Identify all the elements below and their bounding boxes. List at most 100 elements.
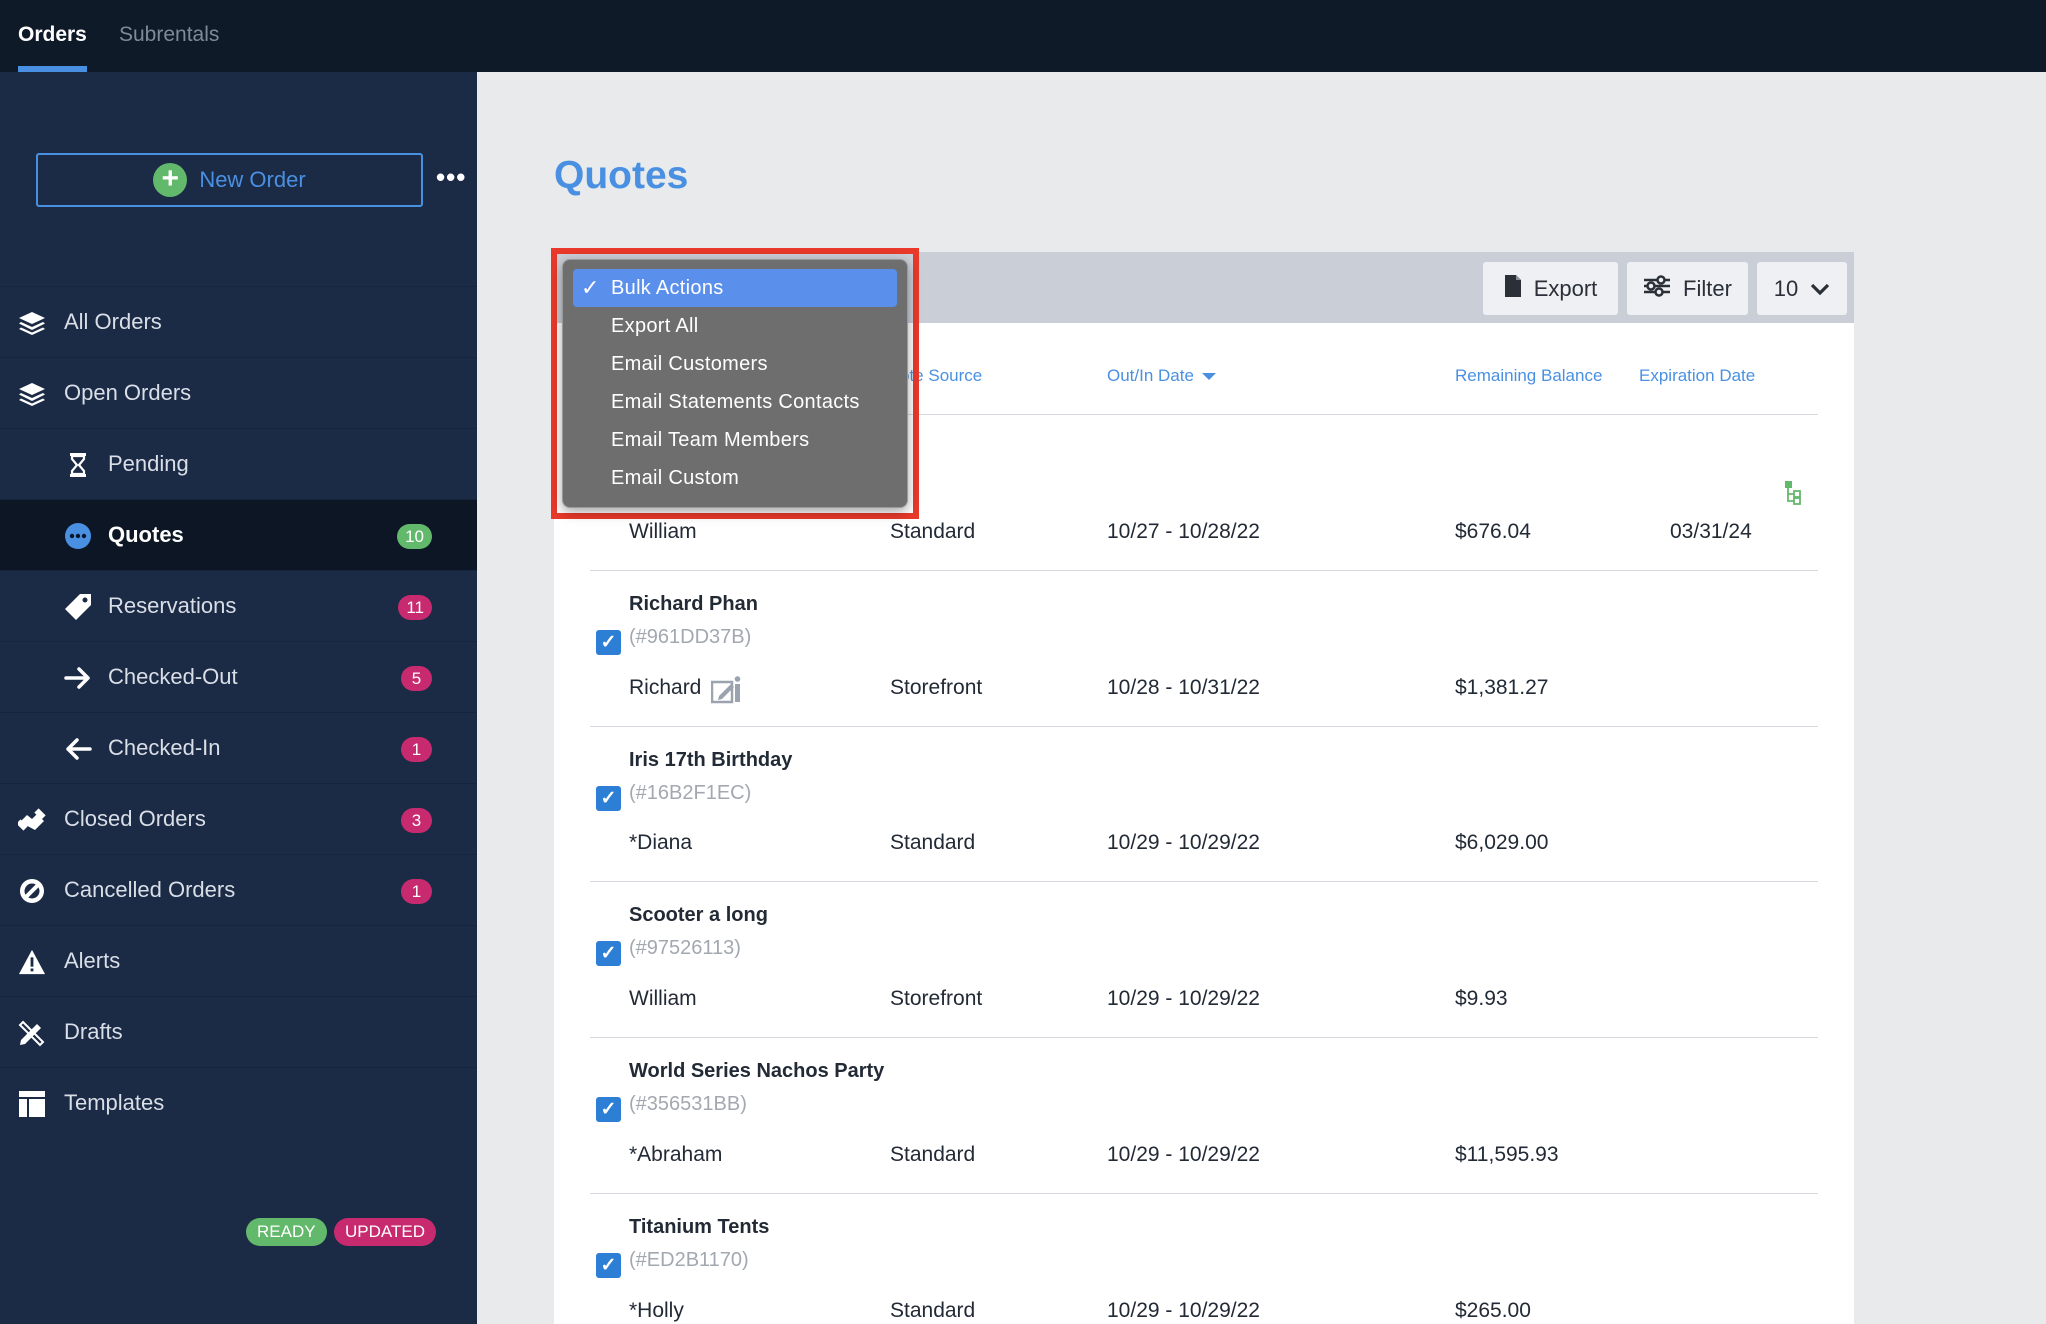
- more-options-icon[interactable]: •••: [436, 162, 466, 193]
- ban-icon: [18, 877, 46, 905]
- email-statements-contacts-option[interactable]: Email Statements Contacts: [563, 383, 907, 421]
- row-checkbox[interactable]: ✓: [596, 630, 621, 655]
- order-name[interactable]: World Series Nachos Party: [629, 1060, 884, 1083]
- tag-icon: [64, 593, 92, 621]
- sidebar-item-label: Templates: [64, 1090, 165, 1115]
- sidebar-item-open-orders[interactable]: Open Orders: [0, 357, 477, 428]
- count-badge: 11: [398, 595, 432, 620]
- per-page-value: 10: [1773, 275, 1799, 301]
- file-icon: [1504, 274, 1522, 304]
- customer-cell: *Abraham: [629, 1143, 723, 1166]
- top-bar: Orders Subrentals: [0, 0, 2046, 72]
- sidebar-item-label: Alerts: [64, 948, 121, 973]
- divider: [590, 1037, 1818, 1038]
- pencil-ruler-icon: [18, 1019, 46, 1047]
- order-name[interactable]: Iris 17th Birthday: [629, 749, 792, 772]
- dates-cell: 10/29 - 10/29/22: [1107, 831, 1260, 854]
- sort-down-icon: [1201, 373, 1216, 381]
- page-title: Quotes: [554, 154, 689, 197]
- balance-cell: $9.93: [1455, 987, 1508, 1010]
- sidebar-item-label: Reservations: [108, 593, 237, 618]
- sidebar-item-alerts[interactable]: Alerts: [0, 925, 477, 996]
- sitemap-icon[interactable]: [1784, 480, 1802, 511]
- source-cell: Standard: [890, 520, 976, 543]
- column-header-out-in-date[interactable]: Out/In Date: [1107, 366, 1216, 386]
- sidebar-item-reservations[interactable]: Reservations 11: [0, 570, 477, 641]
- customer-cell: Richard: [629, 676, 702, 699]
- row-checkbox[interactable]: ✓: [596, 1097, 621, 1122]
- customer-cell: William: [629, 520, 697, 543]
- order-id: (#356531BB): [629, 1093, 747, 1115]
- source-cell: Standard: [890, 1143, 976, 1166]
- sidebar-item-closed-orders[interactable]: Closed Orders 3: [0, 783, 477, 854]
- tab-subrentals[interactable]: Subrentals: [119, 0, 219, 72]
- divider: [590, 726, 1818, 727]
- dates-cell: 10/27 - 10/28/22: [1107, 520, 1260, 543]
- sidebar-item-label: All Orders: [64, 309, 162, 334]
- layers-icon: [18, 309, 46, 337]
- balance-cell: $6,029.00: [1455, 831, 1549, 854]
- email-team-members-option[interactable]: Email Team Members: [563, 421, 907, 459]
- export-all-option[interactable]: Export All: [563, 307, 907, 345]
- dates-cell: 10/29 - 10/29/22: [1107, 1299, 1260, 1322]
- column-header-remaining-balance[interactable]: Remaining Balance: [1455, 366, 1602, 386]
- sidebar-item-all-orders[interactable]: All Orders: [0, 286, 477, 357]
- row-checkbox[interactable]: ✓: [596, 786, 621, 811]
- sidebar: + New Order ••• All Orders Open Orders P…: [0, 72, 477, 1324]
- count-badge: 10: [397, 524, 432, 549]
- filter-button[interactable]: Filter: [1627, 262, 1748, 315]
- sidebar-item-templates[interactable]: Templates: [0, 1067, 477, 1138]
- sliders-icon: [1643, 274, 1671, 303]
- order-id: (#961DD37B): [629, 626, 752, 648]
- balance-cell: $11,595.93: [1455, 1143, 1559, 1166]
- sidebar-item-quotes[interactable]: Quotes 10: [0, 499, 477, 570]
- order-name[interactable]: Titanium Tents: [629, 1216, 769, 1239]
- customer-cell: William: [629, 987, 697, 1010]
- per-page-select[interactable]: 10: [1757, 262, 1847, 315]
- sidebar-item-checked-in[interactable]: Checked-In 1: [0, 712, 477, 783]
- order-name[interactable]: Richard Phan: [629, 593, 758, 616]
- sidebar-item-label: Closed Orders: [64, 806, 206, 831]
- sidebar-item-pending[interactable]: Pending: [0, 428, 477, 499]
- bulk-actions-dropdown[interactable]: ✓ Bulk Actions Export All Email Customer…: [562, 259, 908, 508]
- bulk-actions-option[interactable]: ✓ Bulk Actions: [573, 269, 897, 307]
- sidebar-item-drafts[interactable]: Drafts: [0, 996, 477, 1067]
- count-badge: 3: [401, 808, 432, 833]
- sidebar-item-label: Drafts: [64, 1019, 123, 1044]
- row-checkbox[interactable]: ✓: [596, 941, 621, 966]
- sidebar-item-checked-out[interactable]: Checked-Out 5: [0, 641, 477, 712]
- sidebar-nav: All Orders Open Orders Pending Quotes 10: [0, 286, 477, 1138]
- count-badge: 5: [401, 666, 432, 691]
- handshake-icon: [18, 806, 46, 834]
- balance-cell: $265.00: [1455, 1299, 1531, 1322]
- divider: [590, 1193, 1818, 1194]
- column-header-label: Out/In Date: [1107, 366, 1194, 385]
- row-checkbox[interactable]: ✓: [596, 1253, 621, 1278]
- balance-cell: $1,381.27: [1455, 676, 1549, 699]
- edit-info-icon[interactable]: [710, 674, 743, 709]
- warning-icon: [18, 948, 46, 976]
- column-header-expiration-date[interactable]: Expiration Date: [1639, 366, 1755, 386]
- balance-cell: $676.04: [1455, 520, 1531, 543]
- export-button[interactable]: Export: [1483, 262, 1618, 315]
- tab-orders[interactable]: Orders: [18, 0, 87, 72]
- hourglass-icon: [64, 451, 92, 479]
- dates-cell: 10/29 - 10/29/22: [1107, 1143, 1260, 1166]
- order-name[interactable]: Scooter a long: [629, 904, 768, 927]
- filter-label: Filter: [1683, 275, 1732, 301]
- sidebar-item-label: Checked-In: [108, 735, 221, 760]
- customer-cell: *Diana: [629, 831, 693, 854]
- count-badge: 1: [401, 737, 432, 762]
- layers-icon: [18, 380, 46, 408]
- email-custom-option[interactable]: Email Custom: [563, 459, 907, 497]
- count-badge: 1: [401, 879, 432, 904]
- email-customers-option[interactable]: Email Customers: [563, 345, 907, 383]
- source-cell: Storefront: [890, 987, 983, 1010]
- sidebar-item-cancelled-orders[interactable]: Cancelled Orders 1: [0, 854, 477, 925]
- divider: [590, 570, 1818, 571]
- divider: [590, 881, 1818, 882]
- arrow-left-icon: [64, 735, 92, 763]
- updated-badge: UPDATED: [334, 1218, 436, 1246]
- new-order-button[interactable]: + New Order: [36, 153, 423, 207]
- dots-circle-icon: [64, 522, 92, 550]
